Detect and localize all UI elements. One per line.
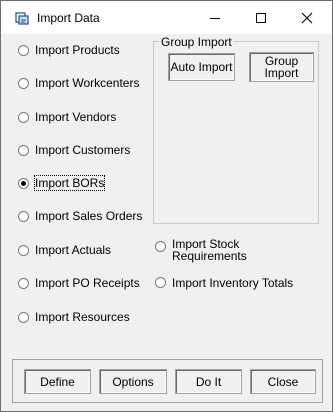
radio-button[interactable] (18, 244, 29, 256)
minimize-button[interactable] (192, 1, 238, 34)
options-button[interactable]: Options (99, 369, 167, 394)
radio-import-workcenters[interactable]: Import Workcenters (18, 75, 139, 91)
radio-import-products[interactable]: Import Products (18, 42, 120, 58)
radio-label: Import PO Receipts (35, 276, 140, 290)
radio-import-stock-requirements[interactable]: Import Stock Requirements (155, 238, 247, 262)
define-button[interactable]: Define (24, 369, 91, 394)
radio-label: Import Vendors (35, 110, 117, 124)
radio-import-sales-orders[interactable]: Import Sales Orders (18, 208, 142, 224)
minimize-icon (210, 17, 220, 19)
radio-label: Import BORs (33, 175, 106, 191)
radio-button[interactable] (18, 144, 29, 156)
group-import-title: Group Import (159, 35, 234, 49)
group-import-button[interactable]: Group Import (249, 52, 314, 82)
import-data-window: Import Data Import Products Import Workc… (0, 0, 333, 412)
radio-button[interactable] (155, 277, 166, 288)
app-icon (15, 12, 29, 25)
radio-button[interactable] (155, 241, 166, 252)
radio-label: Import Workcenters (35, 76, 140, 90)
radio-label: Import Sales Orders (35, 209, 143, 223)
maximize-icon (256, 12, 266, 23)
group-import-label-line2: Import (264, 66, 299, 80)
radio-button[interactable] (18, 277, 29, 289)
maximize-button[interactable] (238, 1, 284, 34)
radio-import-customers[interactable]: Import Customers (18, 142, 130, 158)
close-icon (301, 12, 313, 23)
radio-import-bors[interactable]: Import BORs (18, 175, 106, 191)
radio-label: Import Actuals (35, 243, 112, 257)
do-it-button[interactable]: Do It (175, 369, 242, 394)
radio-button[interactable] (18, 311, 29, 323)
radio-label: Import Resources (35, 310, 130, 324)
radio-label: Import Inventory Totals (172, 276, 294, 290)
radio-button[interactable] (18, 111, 29, 123)
radio-import-vendors[interactable]: Import Vendors (18, 109, 116, 125)
radio-button[interactable] (18, 77, 29, 89)
auto-import-button[interactable]: Auto Import (168, 53, 235, 81)
radio-label: Import Stock Requirements (172, 238, 247, 262)
close-window-button[interactable] (284, 1, 330, 34)
radio-label-line2: Requirements (172, 249, 247, 263)
radio-label: Import Customers (35, 143, 131, 157)
title-bar: Import Data (1, 1, 332, 34)
radio-import-inventory-totals[interactable]: Import Inventory Totals (155, 276, 293, 290)
radio-button[interactable] (18, 44, 29, 56)
radio-import-resources[interactable]: Import Resources (18, 309, 130, 325)
close-button[interactable]: Close (250, 369, 316, 394)
window-title: Import Data (37, 11, 100, 25)
radio-label: Import Products (35, 43, 120, 57)
radio-button[interactable] (18, 177, 29, 189)
radio-button[interactable] (18, 210, 29, 222)
radio-import-po-receipts[interactable]: Import PO Receipts (18, 275, 140, 291)
radio-import-actuals[interactable]: Import Actuals (18, 242, 111, 258)
